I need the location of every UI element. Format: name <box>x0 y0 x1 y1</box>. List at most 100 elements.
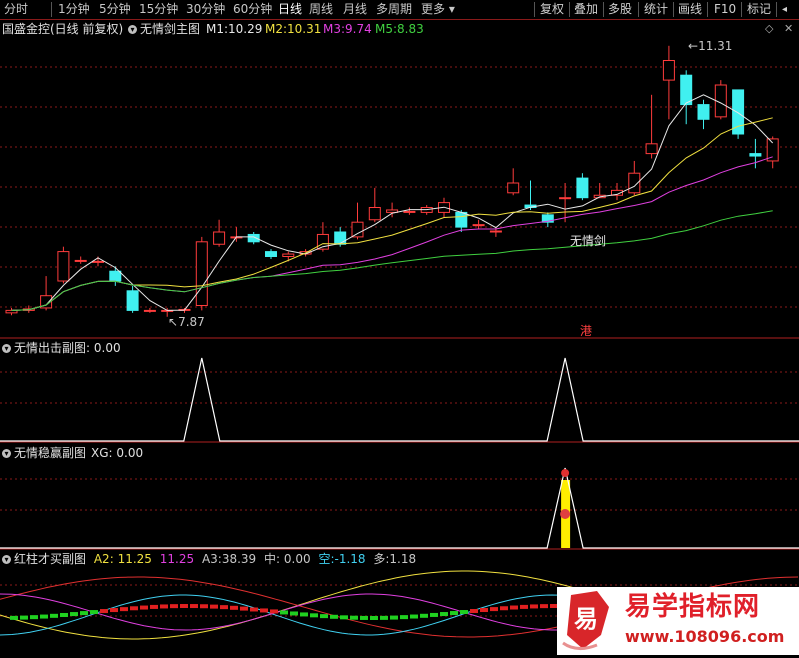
sub3-bar <box>450 611 458 616</box>
period-tab-daily[interactable]: 日线 <box>278 2 302 17</box>
sub3-bar <box>50 613 58 618</box>
period-tab-60min[interactable]: 60分钟 <box>233 2 272 17</box>
ma2-readout: M2:10.31 <box>265 22 322 36</box>
sub3-bar <box>280 610 288 615</box>
sub3-bar <box>190 604 198 609</box>
sub3-bar <box>130 606 138 611</box>
sub3-bar <box>160 604 168 609</box>
candle-down <box>455 211 468 228</box>
sub3-bar <box>490 607 498 612</box>
chevron-down-icon: ▾ <box>2 449 11 458</box>
divider <box>603 2 604 17</box>
sub3-title[interactable]: ▾ 红柱才买副图 A2: 11.25 11.25 A3:38.39 中: 0.00… <box>2 552 416 566</box>
sub3-bar <box>10 615 18 620</box>
sub3-bar <box>440 612 448 617</box>
close-icon[interactable]: ✕ <box>784 22 793 36</box>
candle-down <box>697 104 710 120</box>
candle-up <box>507 182 520 194</box>
chevron-down-icon: ▾ <box>2 344 11 353</box>
period-tab-weekly[interactable]: 周线 <box>309 2 333 17</box>
sub3-bar <box>100 609 108 614</box>
candle-up <box>559 197 572 200</box>
period-tab-1min[interactable]: 1分钟 <box>58 2 90 17</box>
candle-up <box>282 253 295 258</box>
chevron-down-icon: ▾ <box>445 2 455 16</box>
multi-stock-button[interactable]: 多股 <box>608 2 632 17</box>
candle-down <box>334 231 347 245</box>
sub2-name: 无情稳赢副图 <box>14 446 87 460</box>
sub3-bar <box>60 612 68 617</box>
low-price-label: ↖7.87 <box>168 315 205 329</box>
period-tab-30min[interactable]: 30分钟 <box>186 2 225 17</box>
sub3-bar <box>210 604 218 609</box>
candle-up <box>472 224 485 227</box>
stats-button[interactable]: 统计 <box>644 2 668 17</box>
overlay-button[interactable]: 叠加 <box>574 2 598 17</box>
watermark: 易 易学指标网 www.108096.com <box>557 587 799 655</box>
sub3-bar <box>430 612 438 617</box>
draw-line-button[interactable]: 画线 <box>678 2 702 17</box>
sub2-signal-line <box>0 467 799 549</box>
expand-diamond-icon[interactable]: ◇ <box>765 22 773 36</box>
sub3-bar <box>30 615 38 620</box>
candle-down <box>680 74 693 106</box>
mark-button[interactable]: 标记 <box>747 2 771 17</box>
sub3-bar <box>140 605 148 610</box>
sub1-title[interactable]: ▾ 无情出击副图: 0.00 <box>2 341 121 355</box>
sub2-value: XG: 0.00 <box>91 446 144 460</box>
sub3-bar <box>360 615 368 620</box>
sub3-bar <box>120 607 128 612</box>
sub3-bar <box>460 610 468 615</box>
collapse-toolbar-icon[interactable]: ◂ <box>782 2 787 17</box>
candles <box>5 45 779 317</box>
candle-down <box>247 233 260 243</box>
sub2-title[interactable]: ▾ 无情稳赢副图 XG: 0.00 <box>2 446 143 460</box>
sub2-signal-dot <box>561 469 570 477</box>
period-tab-5min[interactable]: 5分钟 <box>99 2 131 17</box>
period-tab-fenshi[interactable]: 分时 <box>4 2 28 17</box>
candle-up <box>403 210 416 213</box>
period-tab-monthly[interactable]: 月线 <box>343 2 367 17</box>
sub3-bar <box>400 615 408 620</box>
sub3-bar <box>110 608 118 613</box>
candle-up <box>489 230 502 233</box>
sub3-bar <box>80 611 88 616</box>
sub3-bar <box>480 608 488 613</box>
watermark-brand: 易学指标网 <box>625 592 761 622</box>
sub3-a3: A3:38.39 <box>201 552 257 566</box>
sub3-bar <box>310 613 318 618</box>
divider <box>534 2 535 17</box>
high-price-label: ←11.31 <box>688 39 733 53</box>
candle-up <box>213 231 226 245</box>
sub3-bar <box>260 608 268 613</box>
sub2-signal-dot <box>560 509 571 519</box>
sub3-bar <box>530 604 538 609</box>
sub3-bar <box>300 612 308 617</box>
candle-up <box>195 241 208 307</box>
sub3-bar <box>170 604 178 609</box>
chevron-down-icon: ▾ <box>128 25 137 34</box>
arrow-left-icon: ↖ <box>168 315 179 329</box>
fuquan-button[interactable]: 复权 <box>540 2 564 17</box>
sub3-bar <box>510 605 518 610</box>
period-tab-15min[interactable]: 15分钟 <box>139 2 178 17</box>
more-menu[interactable]: 更多 ▾ <box>421 2 455 17</box>
indicator-name: 无情剑主图 <box>140 22 201 36</box>
main-indicator-title[interactable]: ▾ 无情剑主图 <box>128 22 200 36</box>
candle-down <box>126 290 139 311</box>
sub3-bar <box>270 609 278 614</box>
divider <box>569 2 570 17</box>
sub3-bar <box>330 614 338 619</box>
candle-down <box>265 251 277 258</box>
sub3-name: 红柱才买副图 <box>14 552 87 566</box>
divider <box>673 2 674 17</box>
candle-up <box>92 260 104 263</box>
sub3-bar <box>180 604 188 609</box>
ma1-readout: M1:10.29 <box>206 22 263 36</box>
sub3-bar <box>380 615 388 620</box>
stock-title: 国盛金控(日线 前复权) <box>2 22 124 36</box>
divider <box>741 2 742 17</box>
f10-button[interactable]: F10 <box>714 2 736 17</box>
period-tab-multi[interactable]: 多周期 <box>376 2 412 17</box>
candle-down <box>109 270 122 282</box>
